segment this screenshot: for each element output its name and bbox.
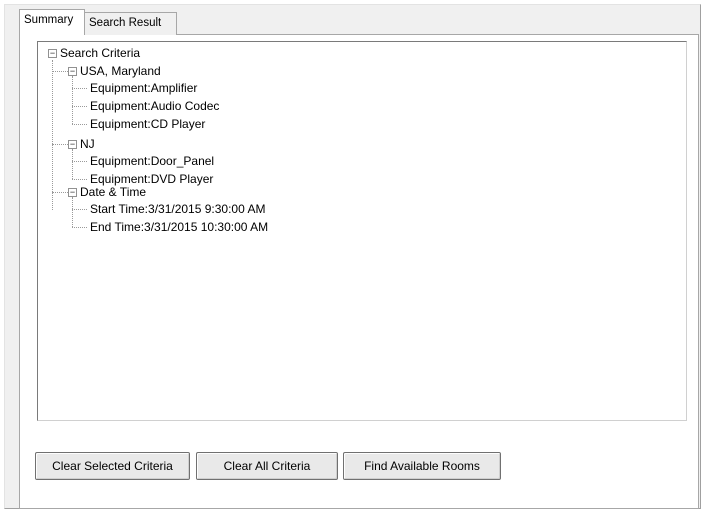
collapse-icon[interactable]: − [68,67,77,76]
tree-node-nj[interactable]: NJ [80,136,95,152]
summary-tab-page: − Search Criteria − USA, Maryland Equipm… [19,34,699,509]
collapse-icon[interactable]: − [68,140,77,149]
clear-selected-criteria-button[interactable]: Clear Selected Criteria [35,452,190,480]
tree-connector [72,124,87,125]
tree-connector-group1 [72,76,73,124]
tree-leaf-equipment[interactable]: Equipment:Audio Codec [90,98,219,114]
tree-node-usa-maryland[interactable]: USA, Maryland [80,63,161,79]
tree-connector-group3 [72,197,73,227]
clear-all-criteria-button[interactable]: Clear All Criteria [196,452,338,480]
tree-connector-group2 [72,149,73,179]
tree-connector [72,179,87,180]
tree-leaf-end-time[interactable]: End Time:3/31/2015 10:30:00 AM [90,219,268,235]
collapse-icon[interactable]: − [68,188,77,197]
tree-leaf-equipment[interactable]: Equipment:Amplifier [90,80,197,96]
tree-connector-root [52,60,53,210]
tree-node-date-time[interactable]: Date & Time [80,184,146,200]
criteria-window: Summary Search Result − Search Criteria … [4,4,701,509]
find-available-rooms-button[interactable]: Find Available Rooms [343,452,501,480]
tree-connector [72,209,87,210]
tree-leaf-equipment[interactable]: Equipment:Door_Panel [90,153,214,169]
collapse-icon[interactable]: − [48,49,57,58]
tab-summary[interactable]: Summary [19,9,85,35]
tree-connector [72,161,87,162]
tree-connector [72,106,87,107]
tree-leaf-start-time[interactable]: Start Time:3/31/2015 9:30:00 AM [90,201,265,217]
tree-connector [72,88,87,89]
search-criteria-tree[interactable]: − Search Criteria − USA, Maryland Equipm… [37,41,687,421]
tree-connector [72,227,87,228]
tree-leaf-equipment[interactable]: Equipment:CD Player [90,116,205,132]
tab-search-result[interactable]: Search Result [85,12,177,35]
tree-root-search-criteria[interactable]: Search Criteria [60,45,140,61]
